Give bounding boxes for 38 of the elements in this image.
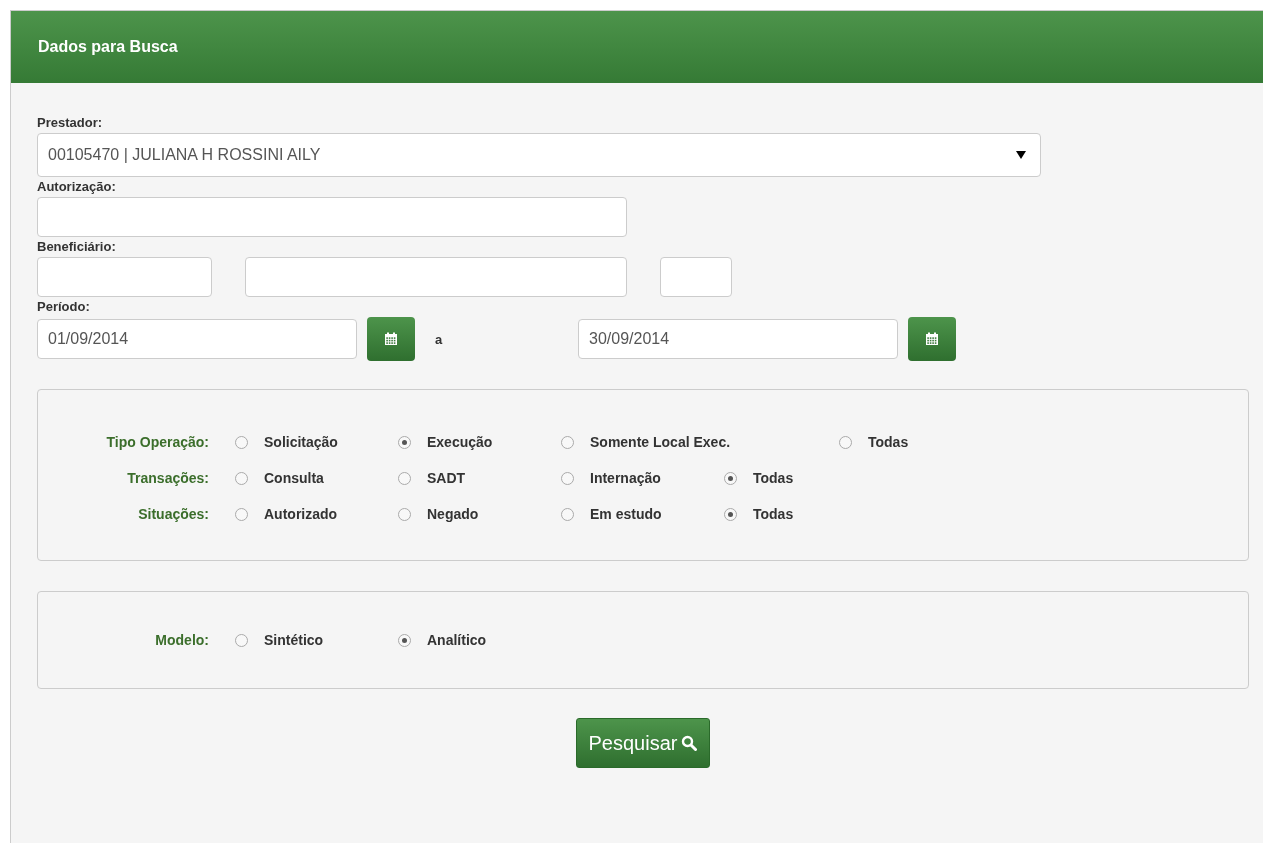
input-field[interactable]	[660, 257, 732, 297]
radio-option[interactable]: Negado	[398, 506, 561, 522]
radio-option[interactable]: Consulta	[235, 470, 398, 486]
search-button[interactable]: Pesquisar	[575, 718, 711, 768]
field-label: Período:	[37, 298, 91, 316]
filter-label: Situações:	[137, 506, 210, 522]
radio-option[interactable]: Todas	[724, 470, 887, 486]
input-field[interactable]	[245, 257, 627, 297]
panel-title: Dados para Busca	[11, 11, 1263, 83]
field-label: Prestador:	[37, 114, 104, 132]
calendar-button[interactable]	[367, 317, 415, 361]
radio-option[interactable]: Execução	[398, 434, 561, 450]
filter-label: Transações:	[126, 470, 210, 486]
radio-option[interactable]: Autorizado	[235, 506, 398, 522]
date-field[interactable]: 01/09/2014	[37, 319, 357, 359]
calendar-button[interactable]	[908, 317, 956, 361]
radio-option[interactable]: Sintético	[235, 632, 398, 648]
radio-option[interactable]: Internação	[561, 470, 724, 486]
date-field[interactable]: 30/09/2014	[578, 319, 898, 359]
radio-option[interactable]: Todas	[839, 434, 1002, 450]
radio-option[interactable]: Somente Local Exec.	[561, 434, 839, 450]
radio-option[interactable]: Analítico	[398, 632, 561, 648]
caret-icon	[1016, 151, 1026, 159]
input-field[interactable]	[37, 197, 627, 237]
provider-dropdown[interactable]: 00105470 | JULIANA H ROSSINI AILY	[37, 133, 1041, 177]
calendar-icon	[925, 332, 939, 346]
radio-option[interactable]: SADT	[398, 470, 561, 486]
field-label: Beneficiário:	[37, 238, 117, 256]
calendar-icon	[384, 332, 398, 346]
field-label: Autorização:	[37, 178, 117, 196]
input-field[interactable]	[37, 257, 212, 297]
range-separator: a	[435, 331, 444, 347]
radio-option[interactable]: Em estudo	[561, 506, 724, 522]
radio-option[interactable]: Todas	[724, 506, 887, 522]
search-icon	[681, 735, 698, 751]
filter-label: Modelo:	[154, 632, 210, 648]
radio-option[interactable]: Solicitação	[235, 434, 398, 450]
filter-label: Tipo Operação:	[105, 434, 210, 450]
